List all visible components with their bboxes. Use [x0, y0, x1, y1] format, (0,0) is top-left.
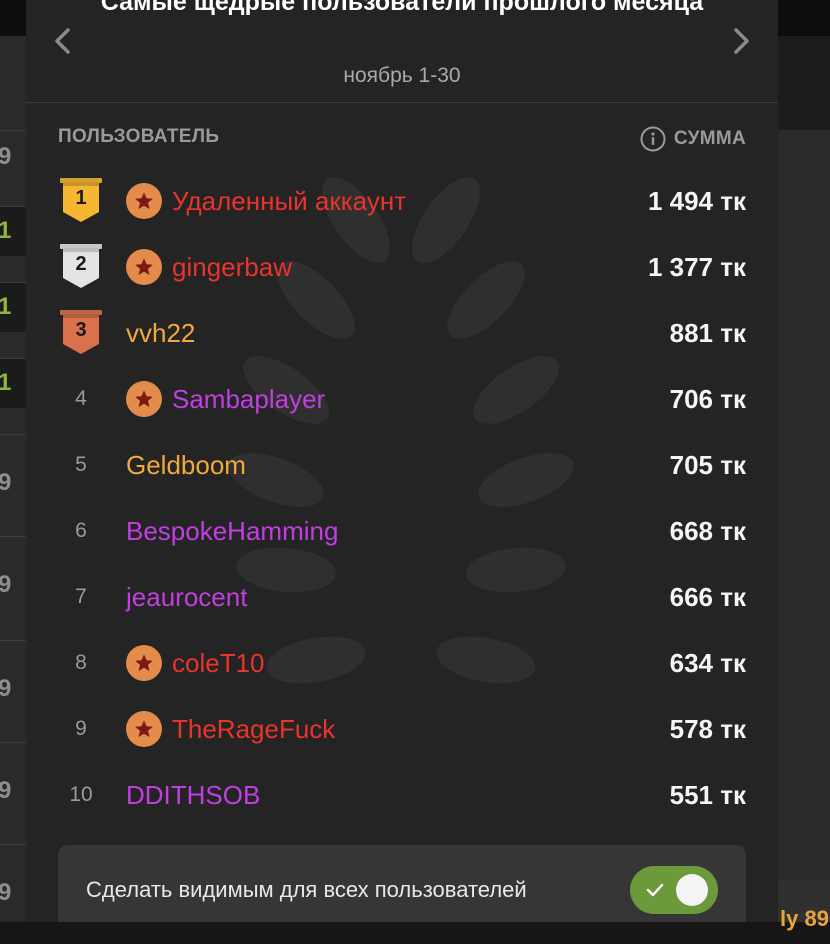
rank-number: 9 — [75, 717, 87, 740]
rank-number: 6 — [75, 519, 87, 542]
donation-amount: 578 тк — [669, 713, 746, 744]
username-link[interactable]: Удаленный аккаунт — [172, 186, 406, 217]
rank-cell: 6 — [58, 508, 104, 554]
leaderboard-row: 5 Geldboom 705 тк — [58, 432, 746, 498]
background-cell: 9 — [0, 536, 26, 636]
star-badge-icon — [126, 381, 162, 417]
column-header-user: ПОЛЬЗОВАТЕЛЬ — [58, 126, 220, 147]
star-badge-icon — [126, 183, 162, 219]
donation-amount: 668 тк — [669, 515, 746, 546]
background-cell: 9 — [0, 434, 26, 534]
leaderboard-row: 7 jeaurocent 666 тк — [58, 564, 746, 630]
donation-amount: 881 тк — [669, 317, 746, 348]
background-corner-cell: ly 89 — [778, 880, 830, 931]
check-icon — [646, 883, 664, 897]
username-link[interactable]: gingerbaw — [172, 252, 292, 283]
rank-number: 7 — [75, 585, 87, 608]
toggle-knob — [676, 874, 708, 906]
rank-number: 5 — [75, 453, 87, 476]
visibility-label: Сделать видимым для всех пользователей — [86, 877, 527, 902]
username-link[interactable]: vvh22 — [126, 318, 195, 349]
donation-amount: 551 тк — [669, 779, 746, 810]
leaderboard-row: 4 Sambaplayer 706 тк — [58, 366, 746, 432]
top-donors-modal: Самые щедрые пользователи прошлого месяц… — [26, 0, 778, 922]
username-link[interactable]: BespokeHamming — [126, 516, 338, 547]
donation-amount: 666 тк — [669, 581, 746, 612]
background-right-column — [778, 36, 830, 922]
rank-cell: 3 — [58, 310, 104, 356]
rank-cell: 4 — [58, 376, 104, 422]
background-cell: 9 — [0, 640, 26, 740]
donation-amount: 706 тк — [669, 383, 746, 414]
background-right-top — [778, 36, 830, 130]
modal-header: Самые щедрые пользователи прошлого месяц… — [26, 0, 778, 103]
rank-cell: 2 — [58, 244, 104, 290]
rank-number: 4 — [75, 387, 87, 410]
username-link[interactable]: Geldboom — [126, 450, 246, 481]
background-cell: 1 — [0, 206, 26, 256]
previous-month-button[interactable] — [48, 26, 78, 56]
background-cell: 1 — [0, 358, 26, 408]
rank-number: 2 — [75, 253, 87, 275]
leaderboard-row: 1 Удаленный аккаунт 1 494 тк — [58, 168, 746, 234]
leaderboard-row: 10 DDITHSOB 551 тк — [58, 762, 746, 828]
chevron-right-icon — [734, 28, 749, 54]
background-cell: 1 — [0, 282, 26, 332]
rank-cell: 9 — [58, 706, 104, 752]
username-link[interactable]: jeaurocent — [126, 582, 247, 613]
leaderboard-row: 9 TheRageFuck 578 тк — [58, 696, 746, 762]
username-link[interactable]: TheRageFuck — [172, 714, 335, 745]
column-header-sum: СУММА — [640, 126, 746, 152]
leaderboard-row: 3 vvh22 881 тк — [58, 300, 746, 366]
rank-number: 3 — [75, 319, 87, 341]
info-icon[interactable] — [640, 126, 666, 152]
leaderboard-row: 2 gingerbaw 1 377 тк — [58, 234, 746, 300]
username-link[interactable]: coleT10 — [172, 648, 265, 679]
rank-number: 8 — [75, 651, 87, 674]
next-month-button[interactable] — [726, 26, 756, 56]
visibility-setting: Сделать видимым для всех пользователей — [58, 845, 746, 922]
star-badge-icon — [126, 711, 162, 747]
chevron-left-icon — [55, 28, 70, 54]
donation-amount: 634 тк — [669, 647, 746, 678]
donation-amount: 705 тк — [669, 449, 746, 480]
background-cell: 9 — [0, 844, 26, 944]
username-link[interactable]: Sambaplayer — [172, 384, 325, 415]
column-header-sum-label: СУММА — [673, 128, 746, 149]
period-subtitle: ноябрь 1-30 — [343, 64, 461, 87]
username-link[interactable]: DDITHSOB — [126, 780, 260, 811]
rank-number: 1 — [75, 187, 87, 209]
background-cell: 9 — [0, 742, 26, 842]
modal-title: Самые щедрые пользователи прошлого месяц… — [100, 0, 704, 16]
leaderboard-row: 6 BespokeHamming 668 тк — [58, 498, 746, 564]
donation-amount: 1 377 тк — [647, 251, 746, 282]
star-badge-icon — [126, 249, 162, 285]
leaderboard-row: 8 coleT10 634 тк — [58, 630, 746, 696]
rank-cell: 7 — [58, 574, 104, 620]
visibility-toggle[interactable] — [630, 866, 718, 914]
rank-cell: 10 — [58, 772, 104, 818]
rank-cell: 8 — [58, 640, 104, 686]
star-badge-icon — [126, 645, 162, 681]
background-left-column: 9 1 1 1 9 9 9 9 9 — [0, 36, 26, 922]
donation-amount: 1 494 тк — [647, 185, 746, 216]
rank-cell: 1 — [58, 178, 104, 224]
rank-cell: 5 — [58, 442, 104, 488]
rank-number: 10 — [69, 783, 93, 806]
